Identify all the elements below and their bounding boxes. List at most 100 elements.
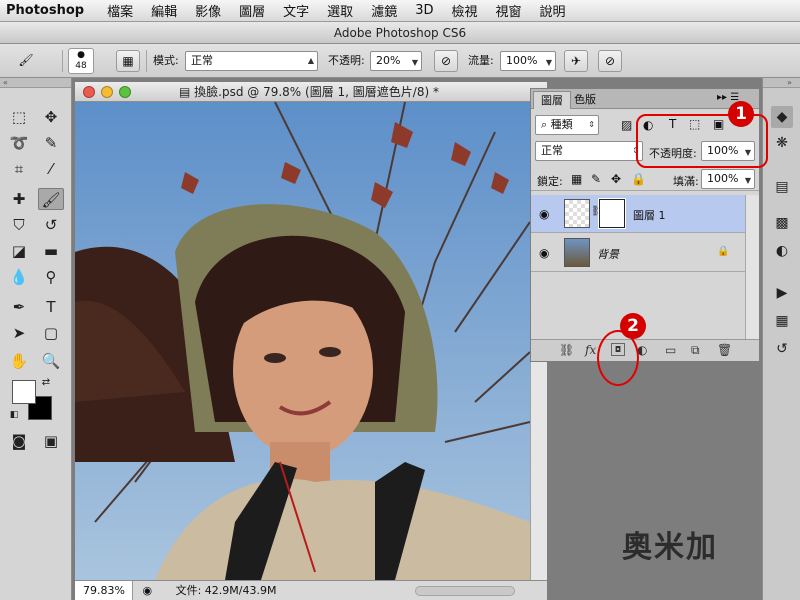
layer-thumbnail [564,238,590,267]
brush-panel-toggle-icon[interactable]: ▦ [116,50,140,72]
layer-row-layer1[interactable]: ◉ ⛓ 圖層 1 [531,195,745,233]
healing-brush-tool-icon[interactable]: ✚ [6,188,32,210]
channels-panel-icon[interactable]: ❋ [771,132,793,154]
dropdown-arrow-icon[interactable]: ▼ [546,54,552,72]
layers-scrollbar[interactable] [745,195,759,339]
document-window: ▤ 換臉.psd @ 79.8% (圖層 1, 圖層遮色片/8) * 79.83… [75,82,547,600]
actions-panel-icon[interactable]: ▶ [771,282,793,304]
blend-mode-select[interactable]: 正常 ⇕ [535,141,643,161]
menu-window[interactable]: 視窗 [487,1,531,20]
layer-mask-thumbnail[interactable] [598,198,626,229]
lasso-tool-icon[interactable]: ➰ [6,132,32,154]
dropdown-arrow-icon[interactable]: ▼ [745,172,751,190]
close-window-button[interactable] [83,86,95,98]
watermark-logo: 奧米加 [622,530,718,565]
pressure-size-icon[interactable]: ⊘ [598,50,622,72]
adjustments-panel-icon[interactable]: ◐ [771,240,793,262]
opacity-input[interactable]: 20% ▼ [370,51,422,71]
filter-kind-select[interactable]: ⌕ 種類 ⇕ [535,115,599,135]
history-panel-icon[interactable]: ↺ [771,338,793,360]
brush-tool-icon[interactable]: 🖌 [38,188,64,210]
menu-bar: Photoshop 檔案 編輯 影像 圖層 文字 選取 濾鏡 3D 檢視 視窗 … [0,0,800,22]
default-colors-icon[interactable]: ◧ [6,404,22,426]
mode-select[interactable]: 正常 ▲ [185,51,318,71]
layer-name[interactable]: 圖層 1 [633,207,666,223]
visibility-eye-icon[interactable]: ◉ [539,246,549,260]
horizontal-scrollbar[interactable] [415,586,515,596]
link-icon[interactable]: ⛓ [559,343,574,357]
screen-mode-icon[interactable]: ▣ [38,430,64,452]
menu-file[interactable]: 檔案 [98,1,142,20]
crop-tool-icon[interactable]: ⌗ [6,158,32,180]
hand-tool-icon[interactable]: ✋ [6,350,32,372]
dodge-tool-icon[interactable]: ⚲ [38,266,64,288]
layer-row-background[interactable]: ◉ 背景 🔒 [531,234,745,272]
zoom-tool-icon[interactable]: 🔍 [38,350,64,372]
gradient-tool-icon[interactable]: ▬ [38,240,64,262]
lock-transparent-icon[interactable]: ▦ [571,172,582,186]
zoom-level[interactable]: 79.83% [75,581,133,600]
menu-3d[interactable]: 3D [406,3,442,18]
dock-collapse-handle[interactable]: » [763,78,800,88]
lock-pixels-icon[interactable]: ✎ [591,172,601,186]
layers-panel-icon[interactable]: ◆ [771,106,793,128]
file-info: 文件: 42.9M/43.9M [175,584,277,597]
pen-tool-icon[interactable]: ✒ [6,296,32,318]
shape-tool-icon[interactable]: ▢ [38,322,64,344]
type-tool-icon[interactable]: T [38,296,64,318]
airbrush-icon[interactable]: ✈ [564,50,588,72]
filter-kind-value: 種類 [550,118,573,131]
divider [146,50,147,72]
menu-filter[interactable]: 濾鏡 [362,1,406,20]
quick-select-tool-icon[interactable]: ✎ [38,132,64,154]
fx-icon[interactable]: fx [585,343,596,357]
lock-position-icon[interactable]: ✥ [611,172,621,186]
dropdown-arrow-icon[interactable]: ▼ [412,54,418,72]
color-panel-icon[interactable]: ▤ [771,176,793,198]
brush-size-picker[interactable]: ● 48 [68,48,94,74]
layer-name[interactable]: 背景 [597,246,619,262]
eraser-tool-icon[interactable]: ◪ [6,240,32,262]
menu-select[interactable]: 選取 [318,1,362,20]
menu-view[interactable]: 檢視 [442,1,486,20]
pressure-opacity-icon[interactable]: ⊘ [434,50,458,72]
app-menu[interactable]: Photoshop [0,3,98,18]
clone-stamp-tool-icon[interactable]: ⛉ [6,214,32,236]
path-selection-tool-icon[interactable]: ➤ [6,322,32,344]
folder-icon[interactable]: ▭ [665,343,676,357]
foreground-color-swatch[interactable] [12,380,36,404]
blur-tool-icon[interactable]: 💧 [6,266,32,288]
menu-edit[interactable]: 編輯 [142,1,186,20]
pixel-filter-icon[interactable]: ▨ [621,118,632,132]
history-brush-tool-icon[interactable]: ↺ [38,214,64,236]
properties-panel-icon[interactable]: ▩ [771,212,793,234]
menu-image[interactable]: 影像 [186,1,230,20]
tab-layers[interactable]: 圖層 [533,91,571,109]
minimize-window-button[interactable] [101,86,113,98]
swatches-panel-icon[interactable]: ▦ [771,310,793,332]
layers-panel-tabs: 圖層 色版 ▸▸ ☰ [531,89,759,109]
menu-type[interactable]: 文字 [274,1,318,20]
zoom-window-button[interactable] [119,86,131,98]
fill-input[interactable]: 100% ▼ [701,169,755,189]
updown-arrow-icon: ▲ [307,56,314,65]
document-file-icon: ▤ [179,85,195,99]
new-layer-icon[interactable]: ⧉ [691,343,700,358]
brush-tool-preset-icon[interactable]: 🖌 [14,50,38,72]
menu-layer[interactable]: 圖層 [230,1,274,20]
marquee-tool-icon[interactable]: ⬚ [6,106,32,128]
status-bar: 79.83% ◉ 文件: 42.9M/43.9M [75,580,547,600]
flow-input[interactable]: 100% ▼ [500,51,556,71]
swap-colors-icon[interactable]: ⇄ [38,372,54,394]
status-menu-icon[interactable]: ◉ [137,584,153,597]
move-tool-icon[interactable]: ✥ [38,106,64,128]
visibility-eye-icon[interactable]: ◉ [539,207,549,221]
trash-icon[interactable]: 🗑 [717,343,732,357]
quick-mask-icon[interactable]: ◙ [6,430,32,452]
canvas[interactable] [75,102,530,580]
eyedropper-tool-icon[interactable]: ⁄ [38,158,64,180]
menu-help[interactable]: 說明 [531,1,575,20]
lock-all-icon[interactable]: 🔒 [631,172,646,186]
tab-channels[interactable]: 色版 [567,91,603,109]
tools-collapse-handle[interactable]: « [0,78,71,88]
